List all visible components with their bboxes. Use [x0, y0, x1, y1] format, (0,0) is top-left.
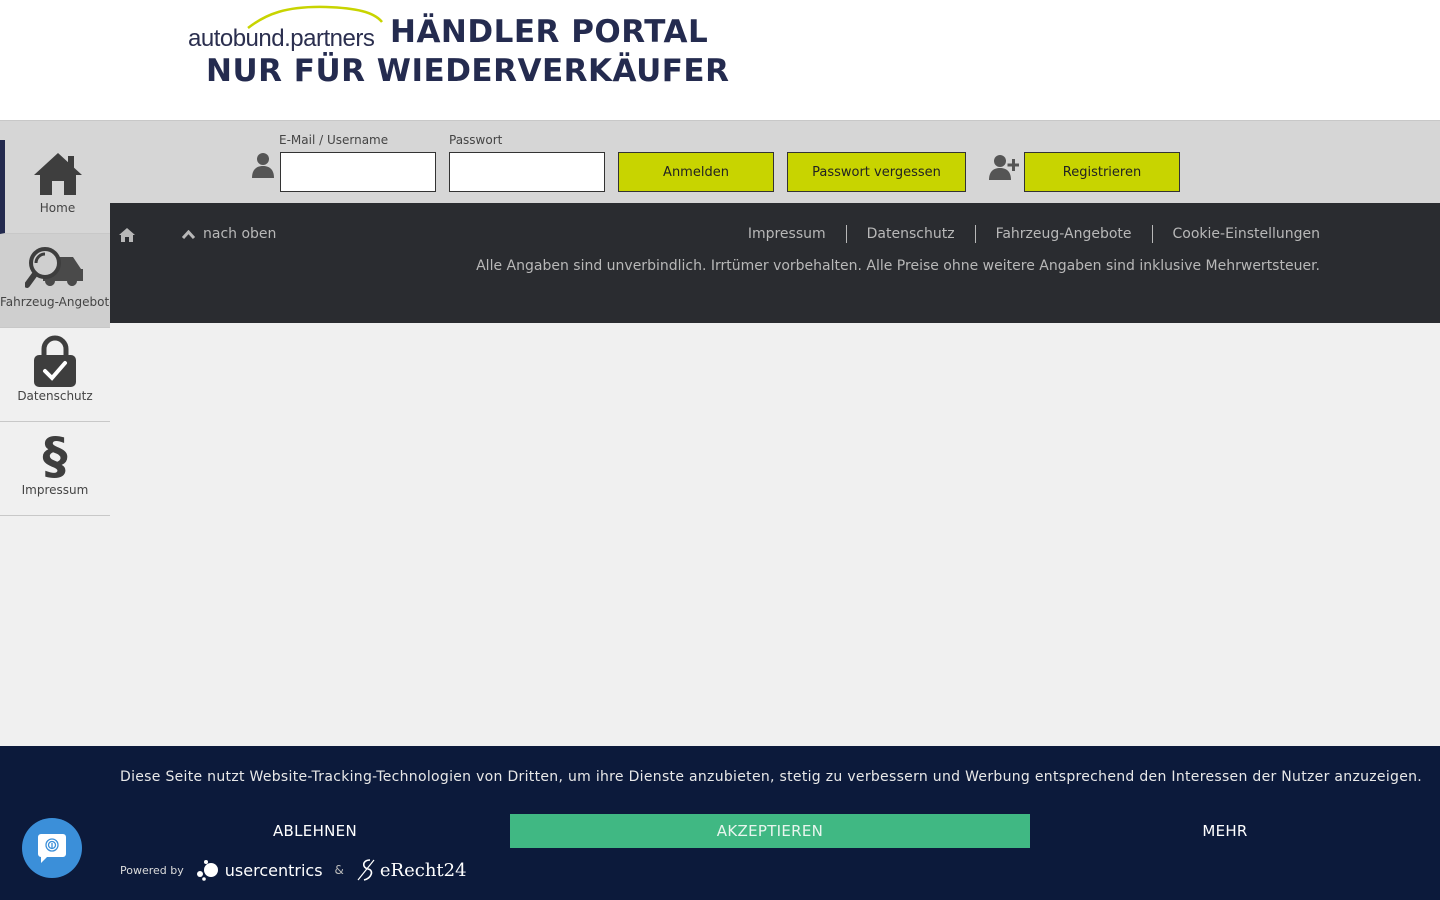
sidebar-item-label: Datenschutz	[17, 389, 93, 403]
cookie-decline-button[interactable]: ABLEHNEN	[120, 814, 510, 848]
cookie-accept-button[interactable]: AKZEPTIEREN	[510, 814, 1030, 848]
password-label: Passwort	[449, 133, 503, 147]
lock-check-icon	[34, 335, 76, 387]
header: autobund.partners HÄNDLER PORTAL NUR FÜR…	[0, 0, 1440, 120]
usercentrics-dots-icon	[196, 860, 218, 881]
fingerprint-chat-icon	[38, 834, 66, 863]
footer-disclaimer: Alle Angaben sind unverbindlich. Irrtüme…	[476, 258, 1320, 274]
forgot-password-button[interactable]: Passwort vergessen	[787, 152, 966, 192]
sidebar-item-label: Home	[39, 201, 76, 215]
register-button[interactable]: Registrieren	[1024, 152, 1180, 192]
erecht24-section-icon	[357, 859, 375, 881]
erecht24-logo[interactable]: eRecht24	[356, 858, 467, 882]
paragraph-icon: §	[42, 427, 68, 485]
footer-link-vehicle-offers[interactable]: Fahrzeug-Angebote	[974, 225, 1152, 243]
password-input[interactable]	[449, 152, 605, 192]
sidebar-item-privacy[interactable]: Datenschutz	[0, 328, 110, 422]
login-bar: E-Mail / Username Passwort Anmelden Pass…	[0, 120, 1440, 203]
sidebar-item-vehicle-offers[interactable]: Fahrzeug-Angebote	[0, 234, 117, 328]
usercentrics-text: usercentrics	[224, 860, 323, 880]
cookie-banner: Diese Seite nutzt Website-Tracking-Techn…	[0, 746, 1440, 900]
logo-title-line1: HÄNDLER PORTAL	[390, 14, 709, 50]
cookie-message: Diese Seite nutzt Website-Tracking-Techn…	[120, 769, 1423, 785]
user-icon	[252, 153, 274, 178]
footer-link-impressum[interactable]: Impressum	[728, 225, 846, 243]
sidebar-item-label: Impressum	[21, 483, 89, 497]
erecht24-text: eRecht24	[379, 859, 467, 881]
back-to-top-link[interactable]: nach oben	[182, 226, 276, 242]
footer-link-datenschutz[interactable]: Datenschutz	[845, 225, 975, 243]
sidebar-nav: Home Fahrzeug-Angebote Datenschutz § Imp…	[0, 140, 117, 516]
back-to-top-label: nach oben	[203, 226, 277, 242]
usercentrics-logo[interactable]: usercentrics	[196, 859, 323, 881]
footer-links: Impressum Datenschutz Fahrzeug-Angebote …	[728, 225, 1320, 243]
logo-brand-text: autobund.partners	[188, 25, 375, 52]
powered-by: Powered by usercentrics & eRecht24	[120, 858, 467, 882]
car-search-icon	[25, 247, 83, 288]
email-input[interactable]	[280, 152, 436, 192]
site-logo[interactable]: autobund.partners HÄNDLER PORTAL NUR FÜR…	[186, 4, 729, 94]
home-icon[interactable]	[119, 228, 135, 242]
sidebar-item-home[interactable]: Home	[0, 140, 110, 234]
sidebar-item-imprint[interactable]: § Impressum	[0, 422, 110, 516]
privacy-settings-button[interactable]	[22, 818, 82, 878]
logo-title-line2: NUR FÜR WIEDERVERKÄUFER	[206, 53, 730, 89]
powered-by-label: Powered by	[120, 863, 184, 877]
add-user-icon	[989, 155, 1019, 180]
chevron-up-icon	[182, 229, 195, 239]
footer-link-cookie-settings[interactable]: Cookie-Einstellungen	[1151, 225, 1320, 243]
page-footer: nach oben Impressum Datenschutz Fahrzeug…	[110, 203, 1440, 323]
login-button[interactable]: Anmelden	[618, 152, 774, 192]
email-label: E-Mail / Username	[279, 133, 389, 147]
home-icon	[33, 153, 82, 195]
sidebar-item-label: Fahrzeug-Angebote	[0, 295, 117, 309]
cookie-more-button[interactable]: MEHR	[1030, 814, 1420, 848]
ampersand: &	[334, 863, 344, 877]
